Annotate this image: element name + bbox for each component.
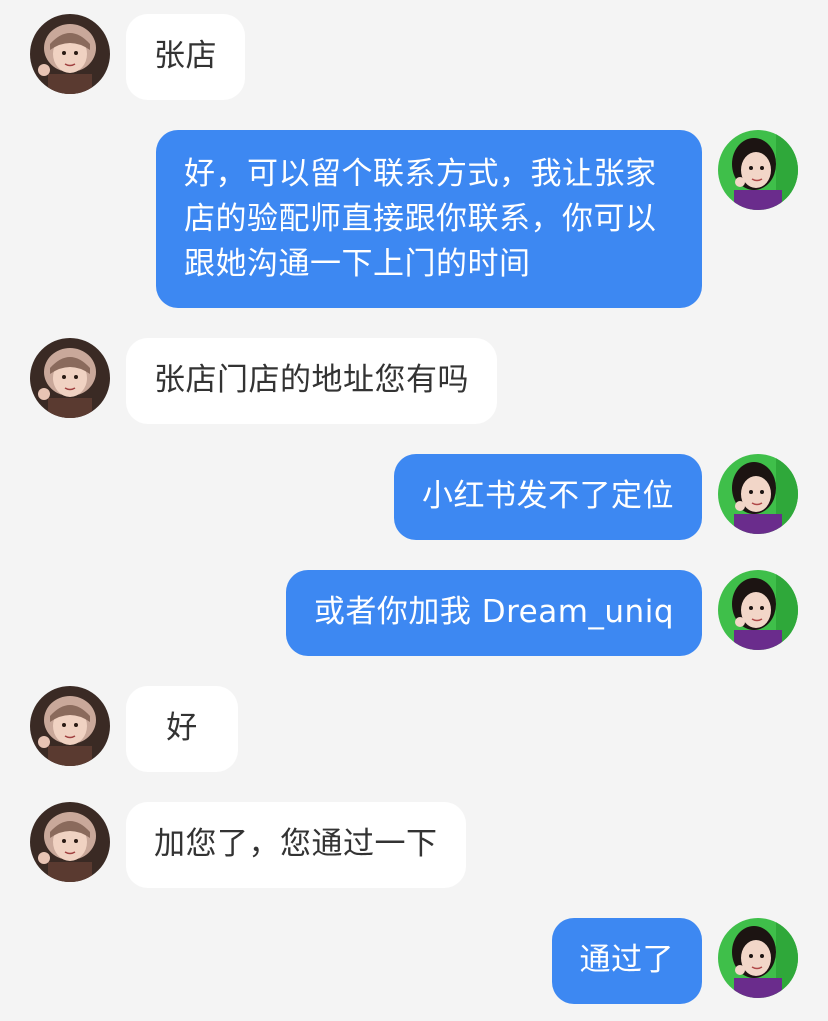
message-bubble[interactable]: 小红书发不了定位	[394, 454, 702, 540]
my-photo-icon	[718, 130, 798, 210]
contact-avatar[interactable]	[30, 14, 110, 94]
my-avatar[interactable]	[718, 130, 798, 210]
message-bubble[interactable]: 好，可以留个联系方式，我让张家店的验配师直接跟你联系，你可以跟她沟通一下上门的时…	[156, 130, 702, 308]
my-photo-icon	[718, 454, 798, 534]
message-bubble[interactable]: 通过了	[551, 918, 702, 1004]
message-bubble[interactable]: 好	[126, 686, 238, 772]
contact-photo-icon	[30, 802, 110, 882]
my-avatar[interactable]	[718, 454, 798, 534]
message-bubble[interactable]: 加您了，您通过一下	[126, 802, 466, 888]
my-avatar[interactable]	[718, 918, 798, 998]
contact-avatar[interactable]	[30, 338, 110, 418]
my-avatar[interactable]	[718, 570, 798, 650]
message-bubble[interactable]: 或者你加我 Dream_uniq	[285, 570, 702, 656]
message-bubble[interactable]: 张店	[126, 14, 245, 100]
my-photo-icon	[718, 918, 798, 998]
my-photo-icon	[718, 570, 798, 650]
message-bubble[interactable]: 张店门店的地址您有吗	[126, 338, 497, 424]
contact-avatar[interactable]	[30, 686, 110, 766]
contact-avatar[interactable]	[30, 802, 110, 882]
contact-photo-icon	[30, 14, 110, 94]
contact-photo-icon	[30, 338, 110, 418]
contact-photo-icon	[30, 686, 110, 766]
